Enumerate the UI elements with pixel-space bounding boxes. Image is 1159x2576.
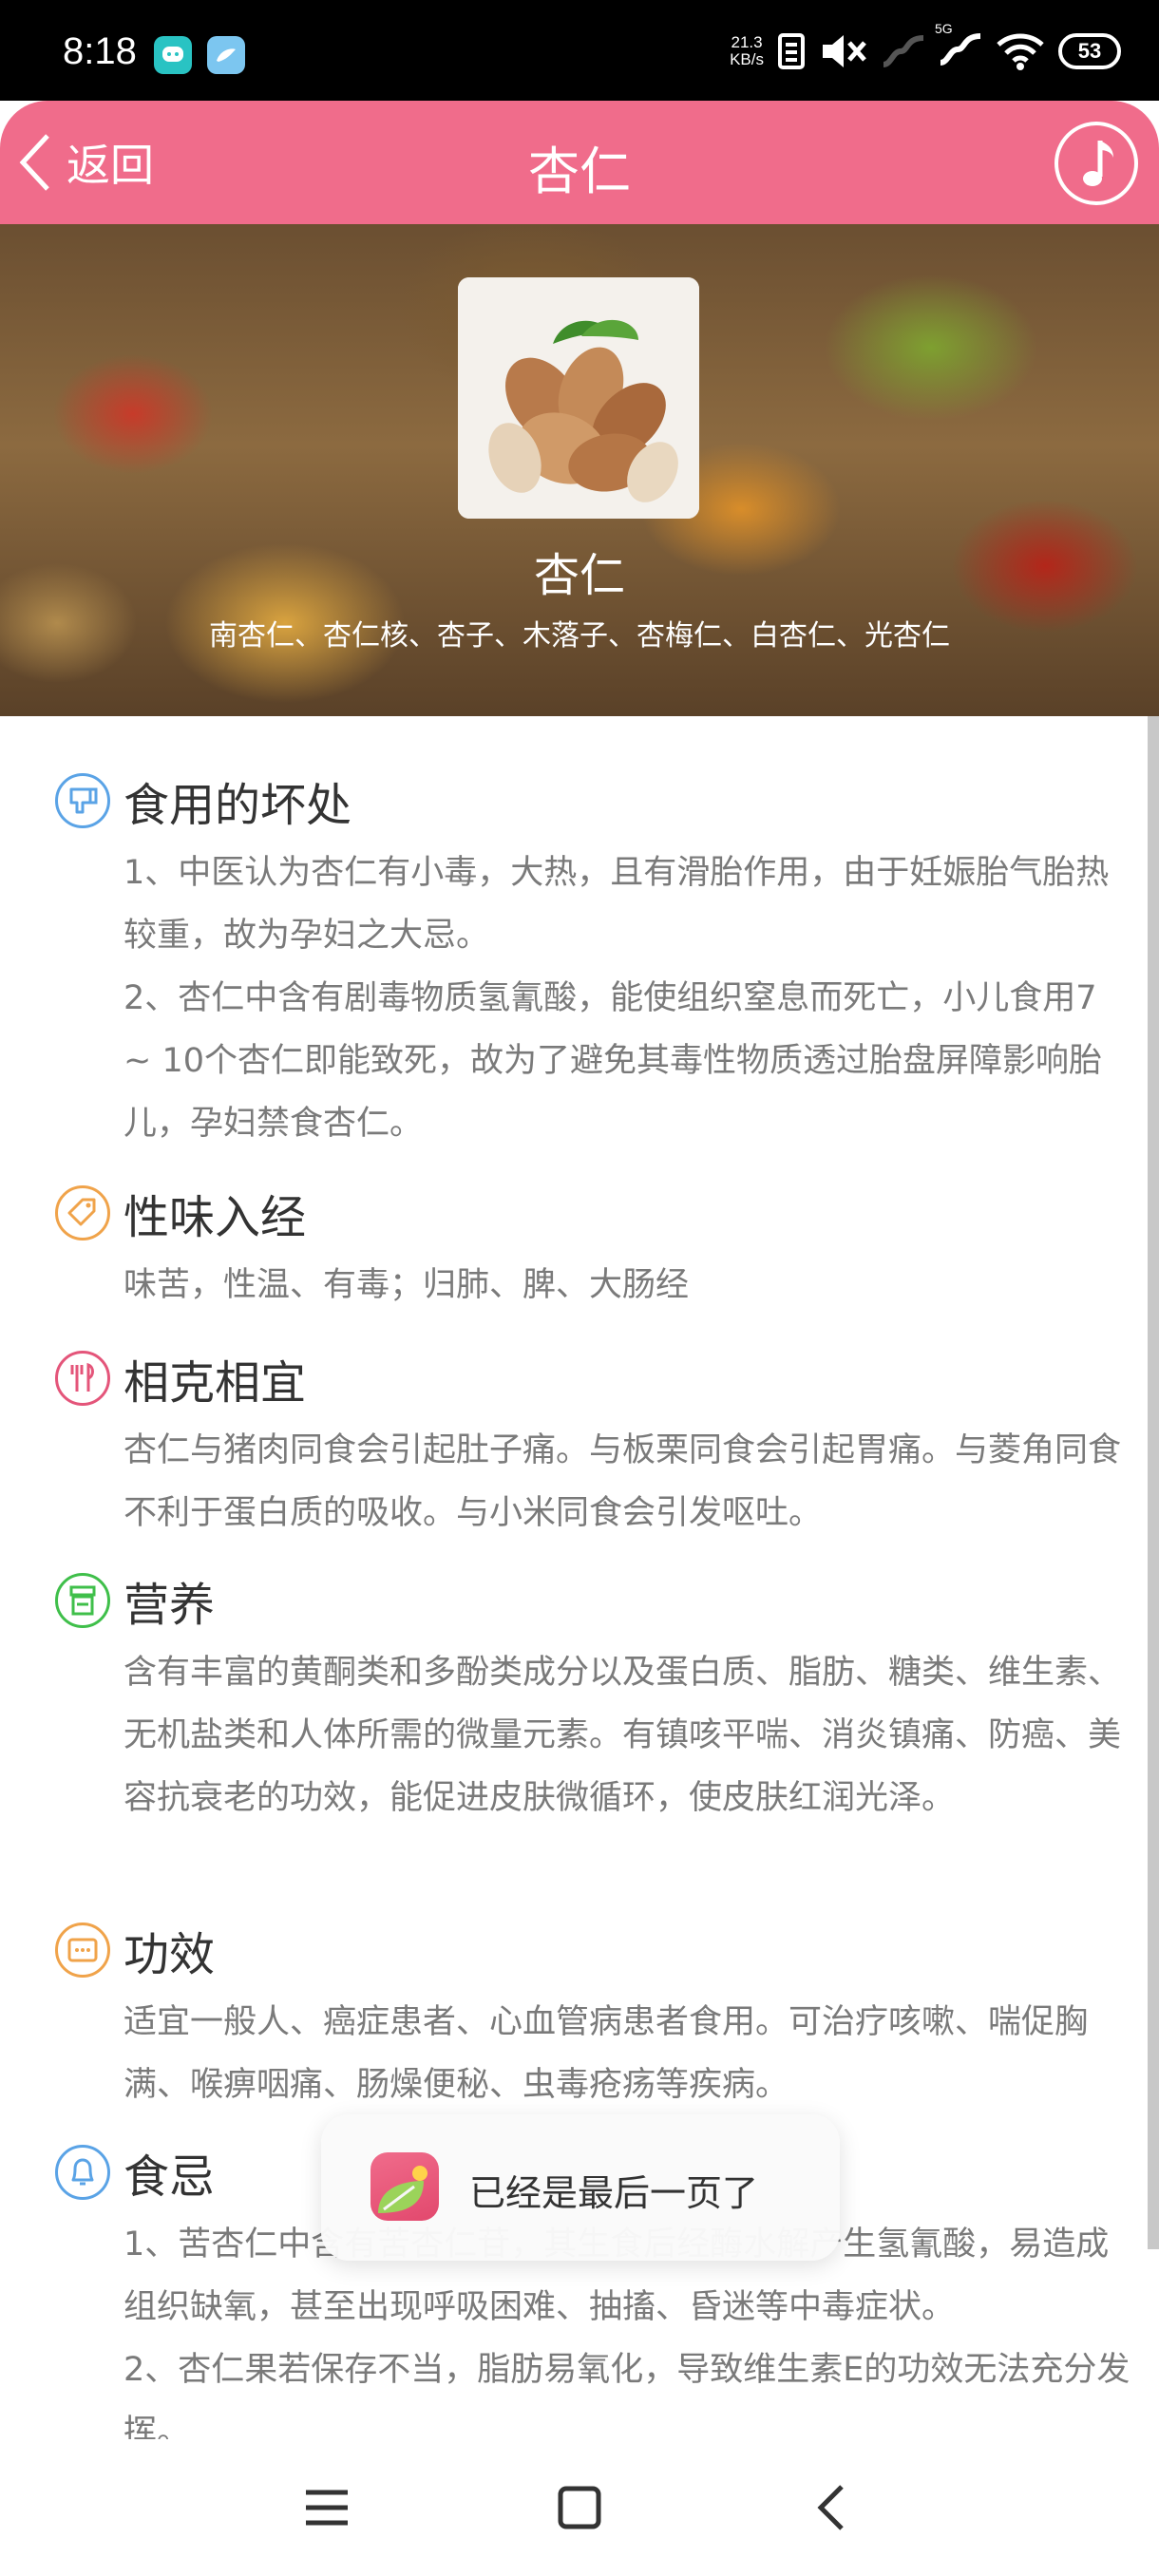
square-icon (558, 2486, 601, 2529)
mute-icon (823, 35, 866, 67)
section-body: 含有丰富的黄酮类和多酚类成分以及蛋白质、脂肪、糖类、维生素、无机盐类和人体所需的… (124, 1641, 1130, 1829)
section-title: 性味入经 (124, 1191, 307, 1244)
menu-icon (306, 2490, 348, 2526)
paragraph: 味苦，性温、有毒；归肺、脾、大肠经 (124, 1266, 690, 1304)
section-title: 食忌 (124, 2150, 216, 2204)
paragraph: 杏仁与猪肉同食会引起肚子痛。与板栗同食会引起胃痛。与菱角同食不利于蛋白质的吸收。… (124, 1431, 1122, 1532)
almond-image (458, 277, 699, 519)
section-body: 杏仁与猪肉同食会引起肚子痛。与板栗同食会引起胃痛。与菱角同食不利于蛋白质的吸收。… (124, 1419, 1130, 1544)
section-title: 相克相宜 (124, 1356, 307, 1410)
tag-icon (55, 1185, 110, 1241)
section-title: 功效 (124, 1928, 216, 1981)
message-icon (55, 1923, 110, 1978)
thumbs-down-icon (55, 773, 110, 828)
utensils-icon (55, 1351, 110, 1406)
food-aliases: 南杏仁、杏仁核、杏子、木落子、杏梅仁、白杏仁、光杏仁 (209, 619, 950, 653)
paragraph: 含有丰富的黄酮类和多酚类成分以及蛋白质、脂肪、糖类、维生素、无机盐类和人体所需的… (124, 1654, 1122, 1817)
toast-text: 已经是最后一页了 (469, 2172, 759, 2214)
nutrition-icon (55, 1573, 110, 1628)
paragraph: 2、杏仁果若保存不当，脂肪易氧化，导致维生素E的功效无法充分发挥。 (124, 2351, 1130, 2439)
wifi-icon (997, 33, 1044, 70)
signal-5g: 5G (935, 21, 982, 72)
section-body: 适宜一般人、癌症患者、心血管病患者食用。可治疗咳嗽、喘促胸满、喉痹咽痛、肠燥便秘… (124, 1991, 1130, 2116)
section-body: 味苦，性温、有毒；归肺、脾、大肠经 (124, 1254, 1130, 1316)
scrollbar[interactable] (1148, 716, 1159, 2249)
sim-card-icon (778, 33, 805, 69)
food-hero-banner: 杏仁 南杏仁、杏仁核、杏子、木落子、杏梅仁、白杏仁、光杏仁 (0, 224, 1159, 716)
app-logo-icon (370, 2152, 439, 2221)
section-title: 营养 (124, 1579, 216, 1632)
music-button[interactable] (1054, 122, 1138, 205)
toast-message: 已经是最后一页了 (321, 2114, 840, 2261)
system-nav-bar (0, 2439, 1159, 2576)
battery-indicator: 53 (1058, 33, 1121, 69)
home-button[interactable] (542, 2470, 618, 2546)
paragraph: 1、中医认为杏仁有小毒，大热，且有滑胎作用，由于妊娠胎气胎热较重，故为孕妇之大忌… (124, 854, 1110, 955)
section-title: 食用的坏处 (124, 779, 352, 832)
section-body: 1、中医认为杏仁有小毒，大热，且有滑胎作用，由于妊娠胎气胎热较重，故为孕妇之大忌… (124, 842, 1130, 1155)
page-title: 杏仁 (528, 142, 631, 201)
music-note-icon (1083, 141, 1113, 186)
food-name: 杏仁 (533, 549, 625, 602)
title-bar: 返回 杏仁 (0, 101, 1159, 224)
signal-weak-icon (883, 35, 924, 67)
chevron-left-icon (817, 2485, 844, 2530)
chat-app-icon (154, 36, 192, 74)
paragraph: 适宜一般人、癌症患者、心血管病患者食用。可治疗咳嗽、喘促胸满、喉痹咽痛、肠燥便秘… (124, 2003, 1089, 2104)
bell-icon (55, 2145, 110, 2200)
status-icons: 21.3 KB/s 5G 53 (730, 21, 1121, 76)
status-time: 8:18 (63, 30, 137, 72)
network-speed: 21.3 KB/s (730, 33, 764, 68)
paragraph: 2、杏仁中含有剧毒物质氢氰酸，能使组织窒息而死亡，小儿食用7 ~ 10个杏仁即能… (124, 979, 1102, 1143)
status-bar: 8:18 21.3 KB/s 5G 53 (0, 0, 1159, 101)
menu-button[interactable] (289, 2470, 365, 2546)
back-nav-button[interactable] (794, 2470, 870, 2546)
bird-app-icon (207, 36, 245, 74)
